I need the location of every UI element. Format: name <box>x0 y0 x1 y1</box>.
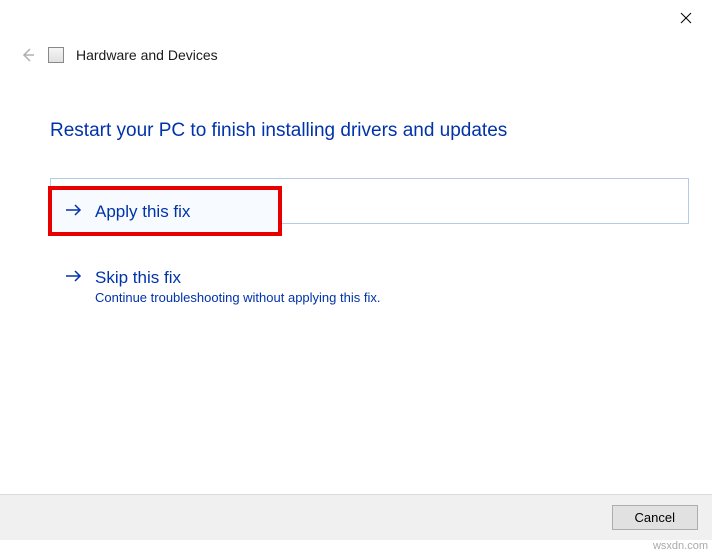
apply-fix-title: Apply this fix <box>95 201 190 223</box>
watermark: wsxdn.com <box>653 540 708 552</box>
back-button <box>18 46 36 64</box>
footer-bar: Cancel <box>0 494 712 540</box>
content-area: Restart your PC to finish installing dri… <box>0 72 712 316</box>
cancel-button[interactable]: Cancel <box>612 505 698 530</box>
apply-fix-text: Apply this fix <box>95 201 190 223</box>
close-icon <box>680 12 692 24</box>
page-heading: Restart your PC to finish installing dri… <box>50 120 662 142</box>
skip-fix-option[interactable]: Skip this fix Continue troubleshooting w… <box>50 254 662 316</box>
close-button[interactable] <box>674 6 698 30</box>
troubleshooter-icon <box>48 47 64 63</box>
apply-fix-option[interactable]: Apply this fix <box>50 188 280 234</box>
skip-fix-text: Skip this fix Continue troubleshooting w… <box>95 267 380 305</box>
arrow-right-icon <box>65 203 83 222</box>
skip-fix-title: Skip this fix <box>95 267 380 289</box>
titlebar <box>0 0 712 36</box>
arrow-right-icon <box>65 269 83 288</box>
skip-fix-subtitle: Continue troubleshooting without applyin… <box>95 290 380 305</box>
back-arrow-icon <box>18 46 36 64</box>
header-bar: Hardware and Devices <box>0 36 712 72</box>
header-title: Hardware and Devices <box>76 47 218 63</box>
